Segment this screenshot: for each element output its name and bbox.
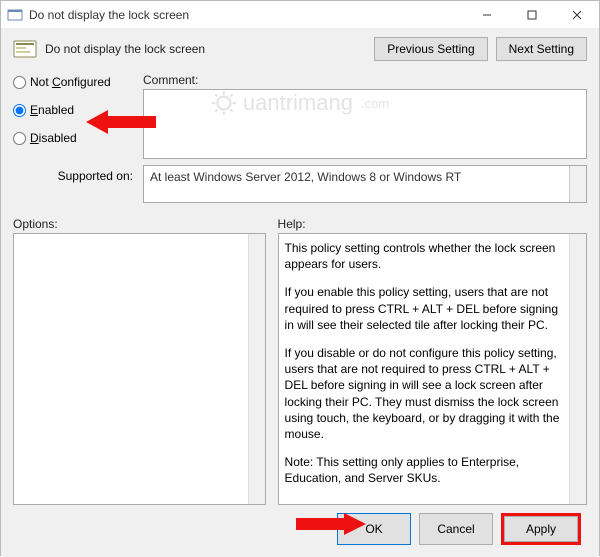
- scroll-up-icon[interactable]: ▲: [575, 168, 583, 177]
- help-label: Help:: [278, 217, 587, 231]
- radio-enabled[interactable]: Enabled: [13, 103, 143, 117]
- next-setting-button[interactable]: Next Setting: [496, 37, 587, 61]
- policy-icon: [13, 40, 37, 58]
- help-paragraph: If you enable this policy setting, users…: [285, 284, 568, 333]
- comment-textarea[interactable]: [143, 89, 587, 159]
- supported-on-value: At least Windows Server 2012, Windows 8 …: [150, 170, 461, 184]
- scrollbar-thumb[interactable]: [572, 236, 584, 496]
- apply-button[interactable]: Apply: [504, 516, 578, 542]
- scrollbar-thumb[interactable]: [251, 236, 263, 256]
- radio-enabled-input[interactable]: [13, 104, 26, 117]
- help-paragraph: If you disable or do not configure this …: [285, 345, 568, 442]
- window-icon: [7, 7, 23, 23]
- state-radio-group: Not Configured Enabled Disabled: [13, 73, 143, 159]
- help-paragraph: Note: This setting only applies to Enter…: [285, 454, 568, 486]
- policy-title: Do not display the lock screen: [45, 42, 374, 56]
- gpedit-policy-dialog: Do not display the lock screen Do not di…: [0, 0, 600, 556]
- titlebar: Do not display the lock screen: [1, 1, 599, 29]
- previous-setting-button[interactable]: Previous Setting: [374, 37, 487, 61]
- cancel-button[interactable]: Cancel: [419, 513, 493, 545]
- help-panel: This policy setting controls whether the…: [278, 233, 587, 505]
- radio-not-configured[interactable]: Not Configured: [13, 75, 143, 89]
- supported-on-label: Supported on:: [13, 165, 143, 183]
- maximize-button[interactable]: [509, 1, 554, 29]
- radio-disabled[interactable]: Disabled: [13, 131, 143, 145]
- supported-on-field: At least Windows Server 2012, Windows 8 …: [143, 165, 587, 203]
- dialog-footer: OK Cancel Apply: [13, 505, 587, 551]
- comment-label: Comment:: [143, 73, 587, 87]
- ok-button[interactable]: OK: [337, 513, 411, 545]
- radio-disabled-input[interactable]: [13, 132, 26, 145]
- options-panel: [13, 233, 266, 505]
- options-label: Options:: [13, 217, 266, 231]
- help-paragraph: This policy setting controls whether the…: [285, 240, 568, 272]
- minimize-button[interactable]: [464, 1, 509, 29]
- close-button[interactable]: [554, 1, 599, 29]
- window-title: Do not display the lock screen: [29, 8, 464, 22]
- apply-highlight: Apply: [501, 513, 581, 545]
- radio-not-configured-input[interactable]: [13, 76, 26, 89]
- scroll-down-icon[interactable]: ▼: [575, 191, 583, 200]
